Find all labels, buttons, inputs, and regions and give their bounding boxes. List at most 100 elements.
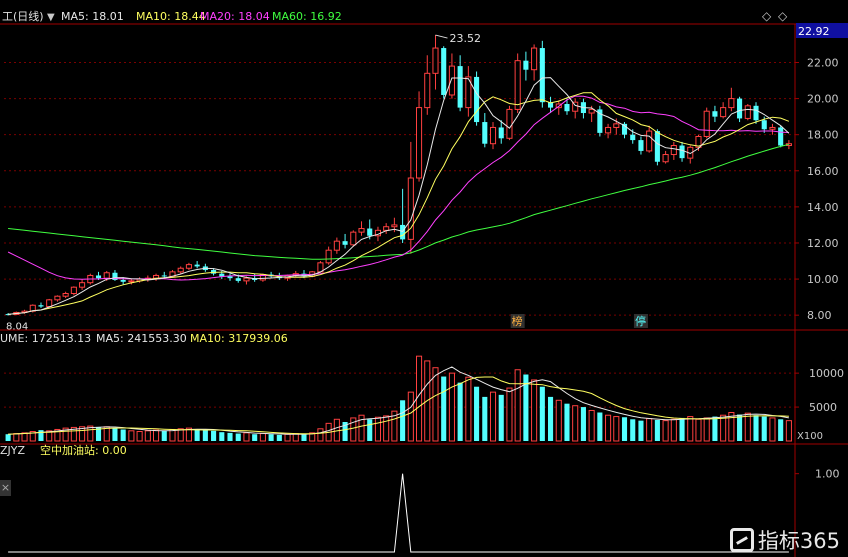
candle-body: [613, 123, 620, 128]
indicator-panel[interactable]: [8, 473, 789, 553]
volume-bar: [432, 367, 439, 442]
candle-body: [400, 224, 406, 240]
watermark-logo-icon: [729, 528, 754, 552]
ma-dropdown-icon[interactable]: ▼: [47, 12, 55, 23]
volume-bar: [415, 355, 423, 442]
candle-body: [737, 98, 743, 119]
volume-bar: [169, 428, 176, 442]
volume-bar: [13, 433, 20, 442]
volume-bar: [301, 434, 307, 441]
candle-body: [605, 126, 612, 134]
price-tick-label: 10.00: [807, 273, 839, 286]
volume-bar: [531, 379, 538, 442]
volume-bar: [547, 396, 554, 441]
watermark-text: 指标365: [757, 529, 840, 553]
volume-bar: [367, 419, 373, 441]
candle-body: [457, 66, 463, 108]
close-icon[interactable]: ×: [0, 480, 11, 496]
volume-bar: [457, 382, 463, 441]
candle-body: [325, 249, 332, 264]
volume-bar: [259, 433, 266, 442]
volume-bar: [441, 376, 447, 441]
volume-bar: [243, 432, 250, 442]
price-panel-title: 工(日线): [2, 9, 44, 23]
candle-body: [753, 105, 759, 121]
candle-body: [662, 154, 669, 163]
volume-bar: [687, 416, 694, 442]
grid: [0, 23, 848, 557]
high-pointer: [435, 34, 448, 39]
candle-body: [728, 98, 735, 109]
ma20-line: [7, 95, 789, 281]
volume-bar: [144, 430, 151, 442]
candle-body: [38, 305, 44, 307]
volume-bar: [5, 434, 11, 441]
volume-bar: [374, 416, 382, 442]
indicator-tick-label: 1.00: [815, 468, 840, 481]
candle-body: [120, 279, 126, 282]
candle-body: [424, 72, 431, 109]
candle-body: [350, 231, 357, 246]
price-tick-label: 18.00: [807, 129, 839, 142]
volume-bar: [194, 429, 200, 441]
price-panel[interactable]: 23.52 8.04 榜 停: [5, 32, 792, 333]
volume-bar: [638, 420, 644, 441]
top-menu-bar[interactable]: [0, 0, 848, 6]
volume-bar: [621, 417, 628, 441]
y-axis: 8.00 10.00 12.00 14.00 16.00 18.00 20.00 22.00 2…: [795, 23, 848, 481]
panel-titles: 工(日线) ▼ MA5: 18.01 MA10: 18.44 MA20: 18.…: [0, 9, 788, 457]
ma10-label: MA10: 18.44: [136, 10, 206, 23]
diamond-icon[interactable]: ◇: [762, 9, 772, 23]
stock-chart[interactable]: 23.52 8.04 榜 停 8.00 10.00 12.00 14.00 16.00 18.0…: [0, 0, 848, 557]
volume-bar: [120, 429, 126, 441]
candle-body: [194, 264, 200, 267]
candle-body: [432, 47, 439, 74]
volume-bar: [597, 412, 603, 441]
volume-bar: [761, 416, 767, 441]
volume-bar: [662, 420, 669, 442]
volume-bar: [613, 416, 620, 442]
volume-bar: [670, 418, 677, 442]
candle-body: [506, 108, 513, 139]
volume-bar: [268, 434, 274, 441]
volume-bar: [227, 432, 233, 441]
volume-bar: [252, 434, 258, 441]
volume-bar: [744, 412, 751, 442]
candle-body: [531, 47, 538, 71]
volume-bar: [679, 417, 685, 441]
volume-bar: [317, 428, 324, 442]
volume-panel[interactable]: [5, 355, 792, 442]
event-marker-label: 榜: [512, 314, 523, 328]
volume-bar: [712, 416, 718, 441]
volume-bar: [474, 386, 480, 441]
candle-body: [333, 240, 340, 251]
candle-body: [769, 126, 776, 130]
candle-body: [638, 140, 644, 151]
candle-body: [564, 104, 570, 112]
volume-bar: [555, 399, 562, 442]
candle-body: [103, 272, 110, 279]
candle-body: [54, 295, 61, 301]
volume-bar: [407, 391, 414, 442]
volume-bar: [112, 428, 118, 441]
candle-body: [235, 278, 241, 281]
volume-bar: [136, 431, 143, 442]
price-tick-label: 22.00: [807, 56, 839, 69]
candle-body: [415, 107, 423, 179]
price-tick-label: 12.00: [807, 237, 839, 250]
settings-diamond-icon[interactable]: ◇: [778, 9, 788, 23]
event-marker-label: 停: [635, 314, 646, 328]
candle-body: [161, 275, 167, 277]
candle-body: [62, 293, 69, 297]
ma60-line: [8, 143, 790, 260]
volume-bar: [720, 414, 727, 442]
indicator-panel-title: ZJYZ: [0, 444, 25, 457]
candle-body: [152, 274, 160, 279]
candle-body: [720, 107, 727, 118]
candle-body: [474, 76, 480, 123]
volume-bar: [572, 405, 579, 442]
volume-unit-label: X100: [797, 431, 823, 442]
candle-body: [243, 277, 250, 282]
watermark: 指标365: [729, 527, 840, 553]
candle-body: [778, 127, 784, 146]
